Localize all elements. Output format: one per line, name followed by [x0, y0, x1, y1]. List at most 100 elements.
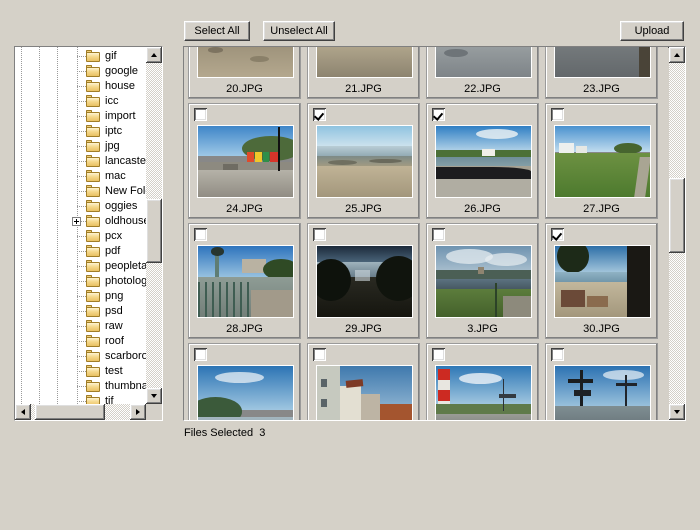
thumbnail-tile[interactable]: 22.JPG	[426, 47, 539, 99]
thumbnail-select-checkbox[interactable]	[432, 348, 445, 361]
thumbnail-image[interactable]	[316, 125, 413, 198]
expand-plus-icon[interactable]	[72, 217, 81, 226]
tree-vertical-scrollbar[interactable]	[146, 47, 162, 404]
thumbnail-image[interactable]	[197, 365, 294, 420]
thumbnail-image[interactable]	[554, 245, 651, 318]
tree-item[interactable]: test	[15, 364, 146, 379]
thumbnail-image[interactable]	[197, 47, 294, 78]
thumbnail-tile[interactable]: 28.JPG	[188, 223, 301, 339]
thumbnail-tile[interactable]: 21.JPG	[307, 47, 420, 99]
folder-icon	[86, 185, 102, 198]
tree-item[interactable]: google	[15, 64, 146, 79]
thumbnail-image[interactable]	[435, 125, 532, 198]
chevron-down-icon	[674, 410, 680, 414]
thumbnail-tile[interactable]	[188, 343, 301, 420]
thumbnail-tile[interactable]: 27.JPG	[545, 103, 658, 219]
thumbnail-tile[interactable]: 20.JPG	[188, 47, 301, 99]
tree-item[interactable]: gif	[15, 49, 146, 64]
tree-item[interactable]: oldhouse	[15, 214, 146, 229]
grid-vertical-scroll-thumb[interactable]	[669, 178, 685, 253]
tree-item[interactable]: tif	[15, 394, 146, 404]
thumbnail-tile[interactable]	[545, 343, 658, 420]
tree-item[interactable]: roof	[15, 334, 146, 349]
thumbnail-tile[interactable]: 25.JPG	[307, 103, 420, 219]
thumbnail-select-checkbox[interactable]	[551, 228, 564, 241]
thumbnail-select-checkbox[interactable]	[194, 108, 207, 121]
grid-scroll-down-button[interactable]	[669, 404, 685, 420]
folder-tree[interactable]: gif google house icc import iptc jpg lancaster m…	[15, 47, 146, 404]
grid-vertical-scrollbar[interactable]	[669, 47, 685, 420]
tree-scroll-down-button[interactable]	[146, 388, 162, 404]
thumbnail-image[interactable]	[316, 245, 413, 318]
tree-item[interactable]: jpg	[15, 139, 146, 154]
thumbnail-tile[interactable]: 30.JPG	[545, 223, 658, 339]
tree-item[interactable]: raw	[15, 319, 146, 334]
thumbnail-art-layer	[574, 390, 592, 396]
thumbnail-tile[interactable]	[426, 343, 539, 420]
select-all-button[interactable]: Select All	[184, 21, 250, 41]
tree-item[interactable]: iptc	[15, 124, 146, 139]
tree-item[interactable]: pcx	[15, 229, 146, 244]
tree-scrollbar-corner	[146, 404, 162, 420]
thumbnail-tile[interactable]: 3.JPG	[426, 223, 539, 339]
tree-item[interactable]: New Folder	[15, 184, 146, 199]
tree-item[interactable]: png	[15, 289, 146, 304]
thumbnail-image[interactable]	[554, 365, 651, 420]
tree-item[interactable]: mac	[15, 169, 146, 184]
thumbnail-filename: 30.JPG	[583, 323, 620, 335]
unselect-all-button[interactable]: Unselect All	[263, 21, 335, 41]
folder-tree-panel: gif google house icc import iptc jpg lancaster m…	[14, 46, 163, 421]
thumbnail-image[interactable]	[316, 365, 413, 420]
thumbnail-filename: 26.JPG	[464, 203, 501, 215]
thumbnail-art	[198, 47, 293, 77]
thumbnail-tile[interactable]: 29.JPG	[307, 223, 420, 339]
tree-scroll-left-button[interactable]	[15, 404, 31, 420]
thumbnail-select-checkbox[interactable]	[432, 108, 445, 121]
tree-item[interactable]: import	[15, 109, 146, 124]
tree-item[interactable]: thumbnails	[15, 379, 146, 394]
tree-item[interactable]: lancaster	[15, 154, 146, 169]
tree-item[interactable]: house	[15, 79, 146, 94]
thumbnail-image[interactable]	[435, 47, 532, 78]
thumbnail-filename: 23.JPG	[583, 83, 620, 95]
thumbnail-select-checkbox[interactable]	[313, 348, 326, 361]
tree-item[interactable]: icc	[15, 94, 146, 109]
thumbnail-select-checkbox[interactable]	[313, 108, 326, 121]
tree-horizontal-scroll-thumb[interactable]	[34, 404, 105, 420]
tree-item[interactable]: scarborough	[15, 349, 146, 364]
thumbnail-image[interactable]	[197, 125, 294, 198]
thumbnail-select-checkbox[interactable]	[432, 228, 445, 241]
thumbnail-tile[interactable]: 23.JPG	[545, 47, 658, 99]
thumbnail-tile[interactable]	[307, 343, 420, 420]
thumbnail-image[interactable]	[435, 365, 532, 420]
thumbnail-select-checkbox[interactable]	[194, 228, 207, 241]
thumbnail-select-checkbox[interactable]	[551, 348, 564, 361]
tree-item[interactable]: psd	[15, 304, 146, 319]
upload-button[interactable]: Upload	[620, 21, 684, 41]
thumbnail-art-layer	[575, 145, 588, 153]
grid-scroll-up-button[interactable]	[669, 47, 685, 63]
tree-scroll-right-button[interactable]	[130, 404, 146, 420]
thumbnail-image[interactable]	[316, 47, 413, 78]
thumbnail-tile[interactable]: 24.JPG	[188, 103, 301, 219]
thumbnail-select-checkbox[interactable]	[194, 348, 207, 361]
thumbnail-art-layer	[198, 281, 252, 317]
thumbnail-image[interactable]	[197, 245, 294, 318]
tree-branch-line	[77, 401, 86, 402]
folder-tree-list: gif google house icc import iptc jpg lancaster m…	[15, 49, 146, 404]
tree-vertical-scroll-thumb[interactable]	[146, 198, 162, 264]
thumbnail-image[interactable]	[435, 245, 532, 318]
thumbnail-tile[interactable]: 26.JPG	[426, 103, 539, 219]
tree-item[interactable]: photolog	[15, 274, 146, 289]
thumbnail-art	[317, 246, 412, 317]
tree-horizontal-scrollbar[interactable]	[15, 404, 146, 420]
tree-scroll-up-button[interactable]	[146, 47, 162, 63]
tree-item[interactable]: pdf	[15, 244, 146, 259]
folder-icon	[86, 65, 102, 78]
thumbnail-select-checkbox[interactable]	[551, 108, 564, 121]
thumbnail-image[interactable]	[554, 125, 651, 198]
thumbnail-image[interactable]	[554, 47, 651, 78]
thumbnail-select-checkbox[interactable]	[313, 228, 326, 241]
tree-item[interactable]: peopletaggin	[15, 259, 146, 274]
tree-item[interactable]: oggies	[15, 199, 146, 214]
